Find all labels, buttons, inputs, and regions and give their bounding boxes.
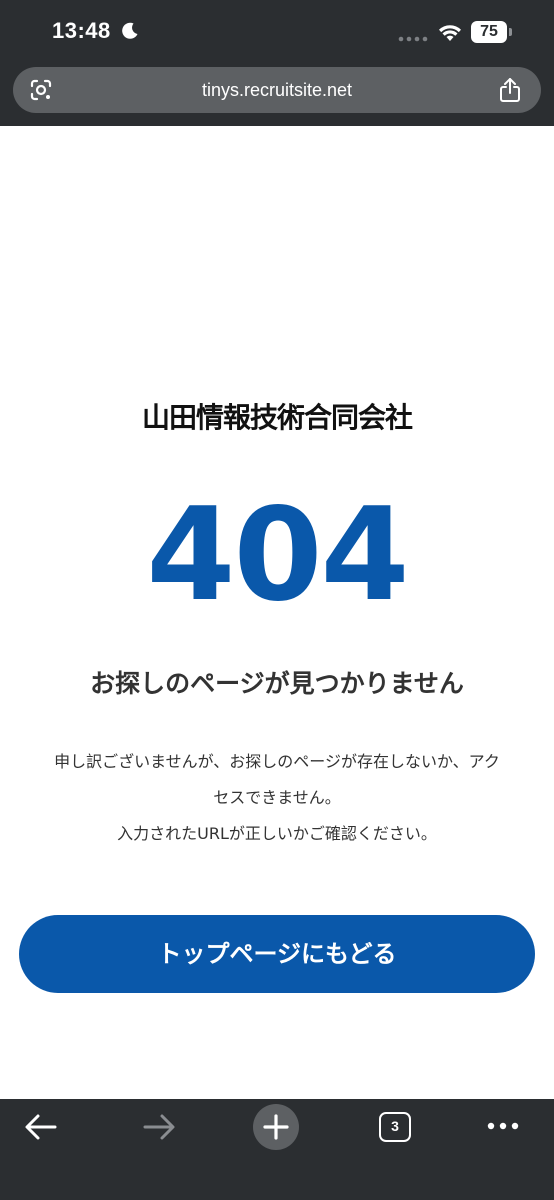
- battery-icon: 75: [471, 21, 513, 43]
- top-page-button[interactable]: トップページにもどる: [19, 915, 535, 993]
- forward-arrow-icon[interactable]: [142, 1113, 176, 1141]
- cellular-dots-icon: [398, 36, 428, 42]
- back-arrow-icon[interactable]: [24, 1113, 58, 1141]
- description-line: セスできません。: [213, 788, 341, 807]
- battery-tip: [509, 28, 512, 36]
- google-lens-icon[interactable]: [29, 78, 53, 102]
- description-line: 入力されたURLが正しいかご確認ください。: [117, 824, 437, 843]
- address-bar[interactable]: tinys.recruitsite.net: [13, 67, 541, 113]
- browser-toolbar: 3: [0, 1099, 554, 1200]
- error-title: お探しのページが見つかりません: [90, 669, 464, 698]
- company-logo: 山田情報技術合同会社: [141, 401, 413, 434]
- url-text[interactable]: tinys.recruitsite.net: [13, 67, 541, 113]
- error-code: 404: [146, 481, 409, 630]
- status-bar: 13:48 75: [0, 0, 554, 64]
- more-icon[interactable]: [487, 1121, 519, 1131]
- tabs-icon[interactable]: 3: [379, 1112, 411, 1142]
- error-description: 申し訳ございませんが、お探しのページが存在しないか、アク セスできません。 入力…: [20, 744, 534, 852]
- description-line: 申し訳ございませんが、お探しのページが存在しないか、アク: [54, 752, 500, 771]
- share-icon[interactable]: [499, 77, 521, 103]
- plus-icon: [263, 1114, 289, 1140]
- new-tab-button[interactable]: [253, 1104, 299, 1150]
- wifi-icon: [439, 25, 461, 41]
- status-time: 13:48: [52, 18, 111, 43]
- page-content: 山田情報技術合同会社 404 お探しのページが見つかりません 申し訳ございません…: [0, 126, 554, 1099]
- moon-icon: [122, 22, 138, 39]
- battery-level: 75: [471, 21, 507, 43]
- browser-top-chrome: 13:48 75 tinys.recruitsite.net: [0, 0, 554, 126]
